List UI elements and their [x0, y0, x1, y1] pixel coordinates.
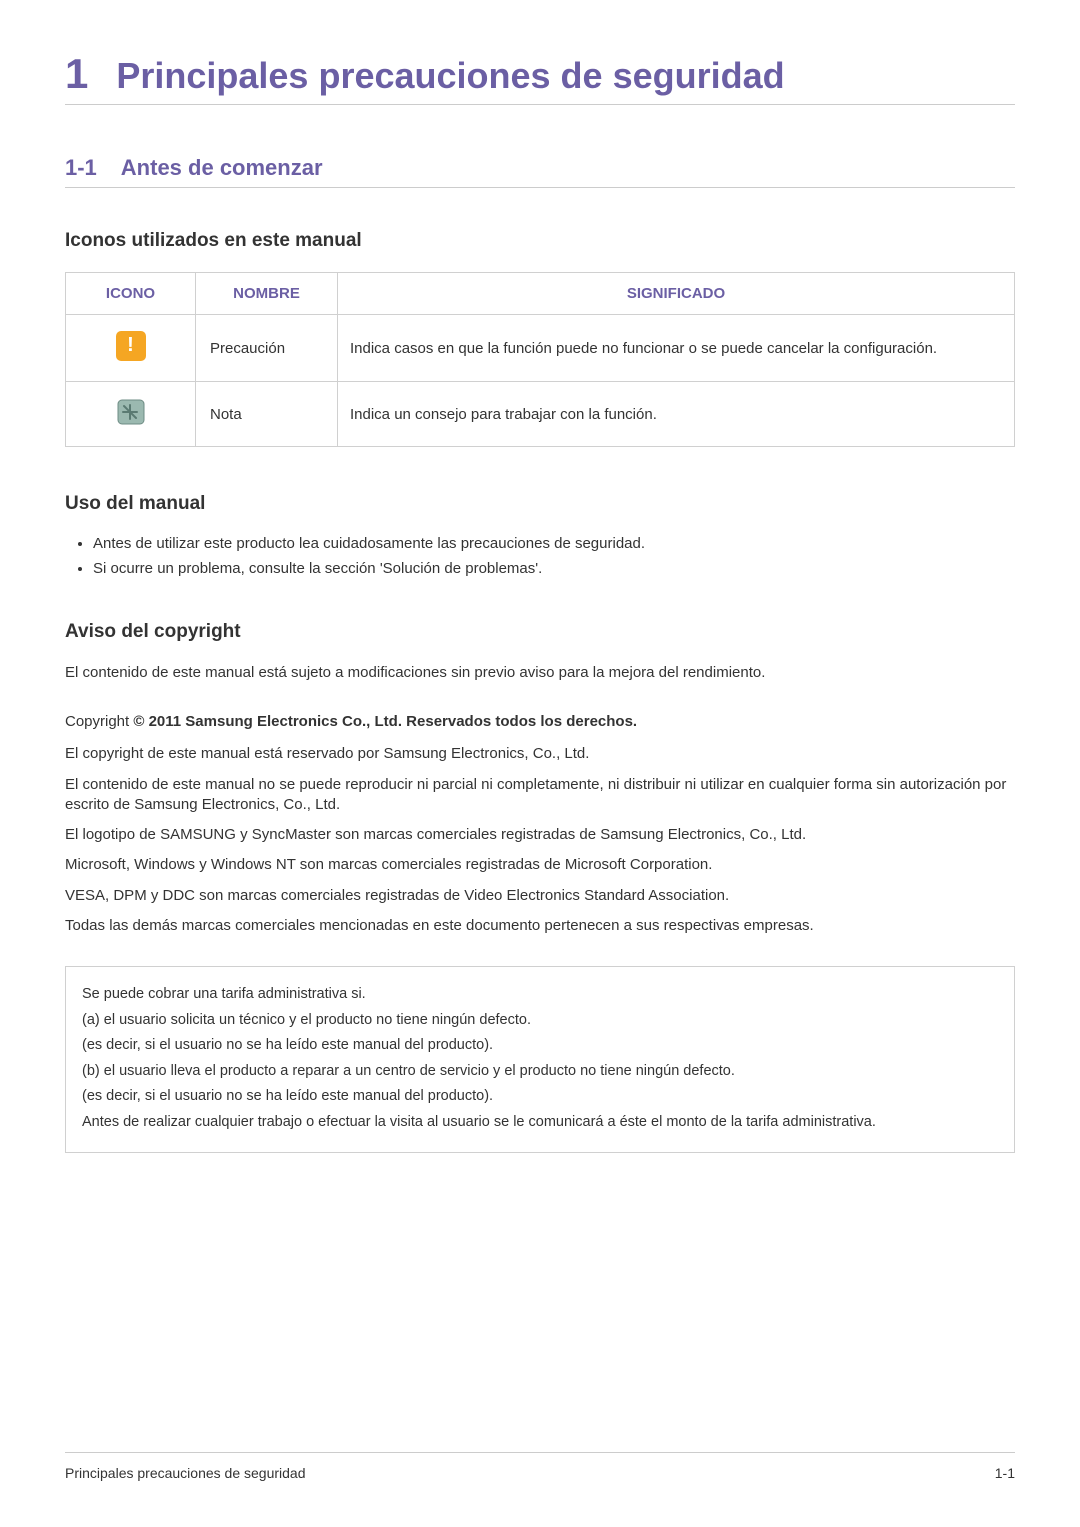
info-box-line: (a) el usuario solicita un técnico y el …: [82, 1011, 998, 1031]
chapter-heading: 1 Principales precauciones de seguridad: [65, 50, 1015, 105]
chapter-number: 1: [65, 50, 88, 98]
uso-bullet-list: Antes de utilizar este producto lea cuid…: [65, 535, 1015, 577]
copyright-prefix: Copyright: [65, 713, 133, 730]
copyright-para: Microsoft, Windows y Windows NT son marc…: [65, 855, 1015, 875]
list-item: Si ocurre un problema, consulte la secci…: [93, 560, 1015, 577]
admin-fee-info-box: Se puede cobrar una tarifa administrativ…: [65, 966, 1015, 1153]
copyright-para: Todas las demás marcas comerciales menci…: [65, 916, 1015, 936]
row-name: Nota: [196, 382, 338, 447]
copyright-para: VESA, DPM y DDC son marcas comerciales r…: [65, 886, 1015, 906]
note-icon: [116, 398, 146, 426]
info-box-line: (es decir, si el usuario no se ha leído …: [82, 1087, 998, 1107]
copyright-line: Copyright © 2011 Samsung Electronics Co.…: [65, 713, 1015, 730]
footer-right: 1-1: [995, 1465, 1015, 1481]
copyright-bold: © 2011 Samsung Electronics Co., Ltd. Res…: [133, 713, 637, 730]
info-box-line: Antes de realizar cualquier trabajo o ef…: [82, 1113, 998, 1133]
uso-subheading: Uso del manual: [65, 493, 1015, 515]
copyright-para: El copyright de este manual está reserva…: [65, 744, 1015, 764]
col-header-meaning: SIGNIFICADO: [338, 273, 1015, 315]
col-header-icon: ICONO: [66, 273, 196, 315]
col-header-name: NOMBRE: [196, 273, 338, 315]
row-meaning: Indica un consejo para trabajar con la f…: [338, 382, 1015, 447]
row-name: Precaución: [196, 315, 338, 382]
info-box-line: Se puede cobrar una tarifa administrativ…: [82, 985, 998, 1005]
icons-subheading: Iconos utilizados en este manual: [65, 230, 1015, 252]
copyright-subheading: Aviso del copyright: [65, 621, 1015, 643]
page-footer: Principales precauciones de seguridad 1-…: [65, 1452, 1015, 1481]
copyright-para: El logotipo de SAMSUNG y SyncMaster son …: [65, 825, 1015, 845]
row-meaning: Indica casos en que la función puede no …: [338, 315, 1015, 382]
footer-left: Principales precauciones de seguridad: [65, 1465, 305, 1481]
table-row: Precaución Indica casos en que la funció…: [66, 315, 1015, 382]
section-title: Antes de comenzar: [121, 155, 323, 181]
table-row: Nota Indica un consejo para trabajar con…: [66, 382, 1015, 447]
copyright-intro: El contenido de este manual está sujeto …: [65, 663, 1015, 683]
icons-table: ICONO NOMBRE SIGNIFICADO Precaución Indi…: [65, 272, 1015, 447]
copyright-para: El contenido de este manual no se puede …: [65, 775, 1015, 816]
section-heading: 1-1 Antes de comenzar: [65, 155, 1015, 188]
info-box-line: (es decir, si el usuario no se ha leído …: [82, 1036, 998, 1056]
section-number: 1-1: [65, 155, 97, 181]
caution-icon: [116, 331, 146, 361]
info-box-line: (b) el usuario lleva el producto a repar…: [82, 1062, 998, 1082]
list-item: Antes de utilizar este producto lea cuid…: [93, 535, 1015, 552]
chapter-title: Principales precauciones de seguridad: [116, 55, 784, 97]
